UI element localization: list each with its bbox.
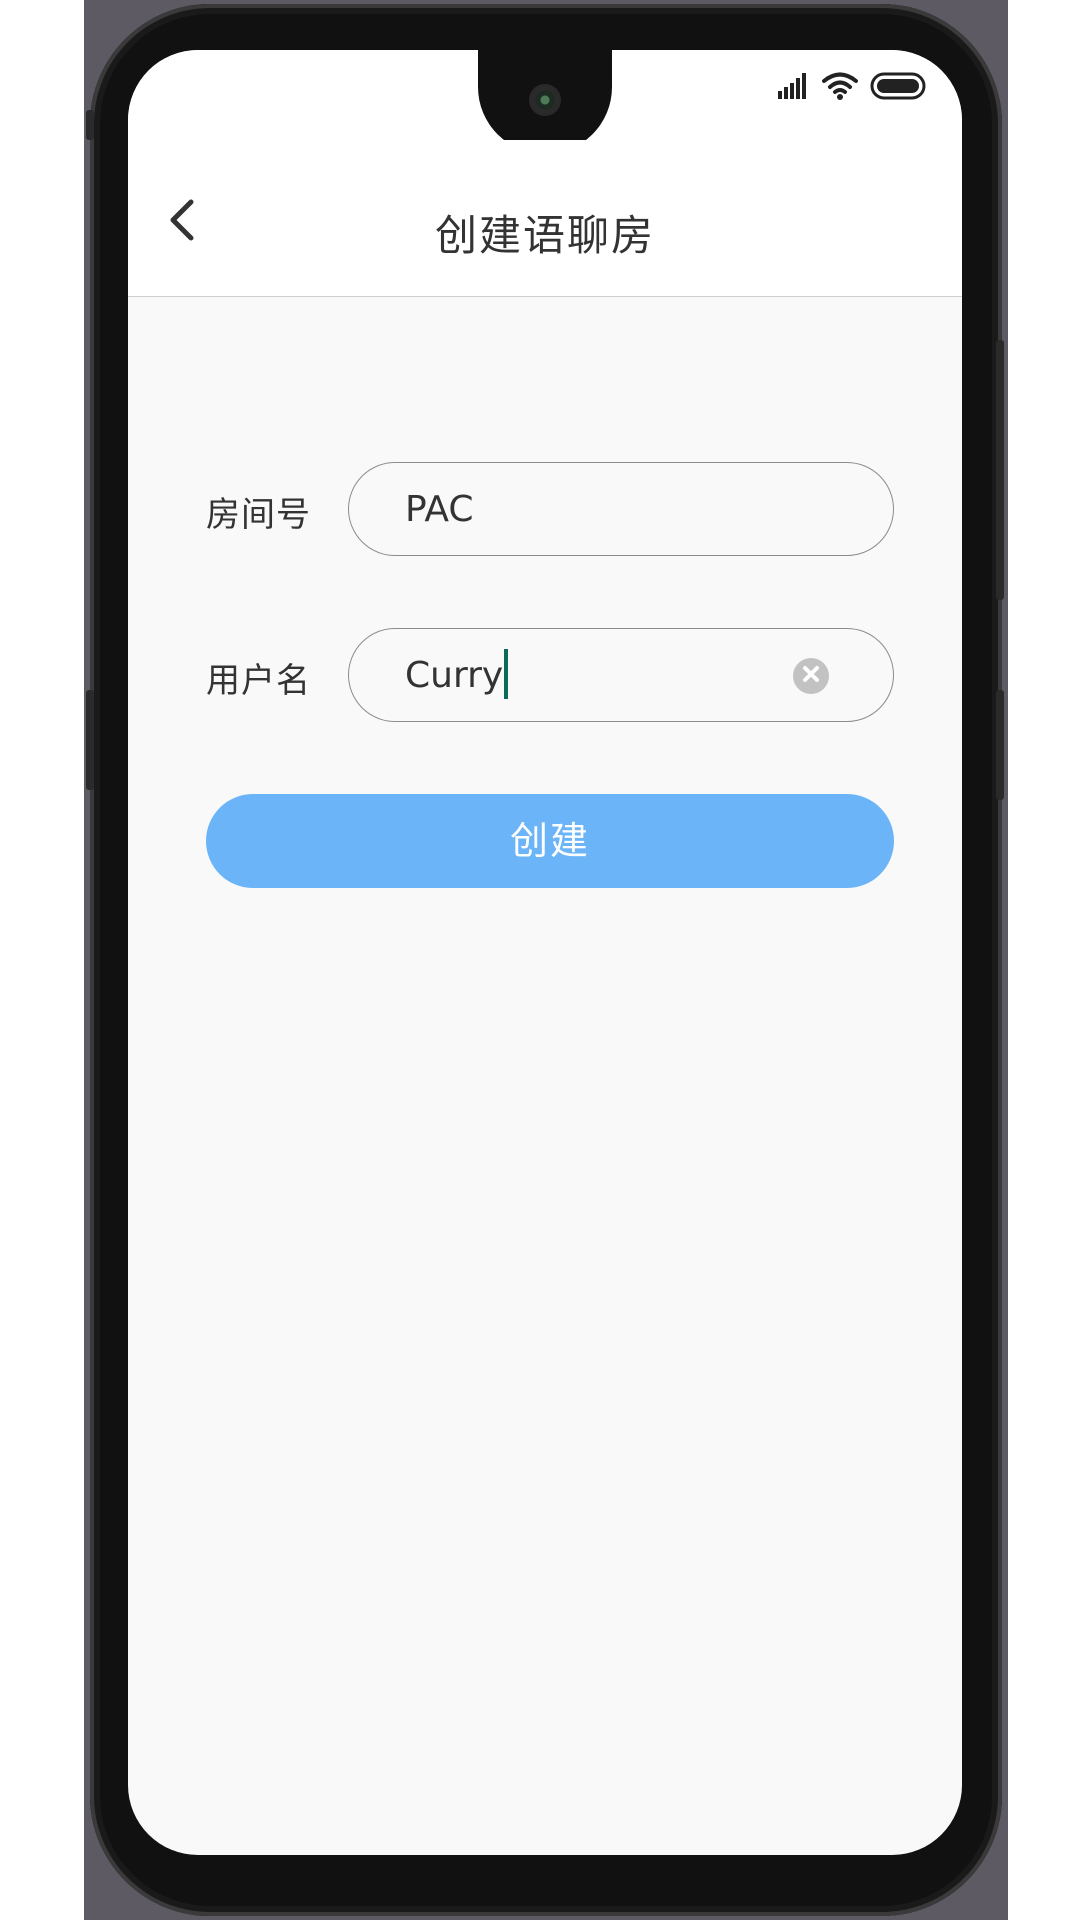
phone-side-button <box>996 340 1004 600</box>
username-field[interactable]: Curry <box>348 628 894 722</box>
back-button[interactable] <box>160 198 204 246</box>
create-button[interactable]: 创建 <box>206 794 894 888</box>
app-screen: 创建语聊房 房间号 PAC 用户名 Curry 创建 <box>128 50 962 1855</box>
username-text: Curry <box>405 629 509 723</box>
text-caret <box>504 649 509 699</box>
username-value: Curry <box>405 655 504 696</box>
clear-icon <box>802 665 820 687</box>
status-icons <box>778 72 926 104</box>
phone-side-button <box>996 690 1004 800</box>
username-label: 用户名 <box>206 661 311 701</box>
page-title: 创建语聊房 <box>434 211 655 260</box>
signal-icon <box>778 73 810 103</box>
room-number-value: PAC <box>405 489 474 530</box>
phone-side-button <box>86 110 94 140</box>
chevron-left-icon <box>167 198 197 246</box>
room-number-label: 房间号 <box>206 495 311 535</box>
clear-button[interactable] <box>793 658 829 694</box>
app-bar: 创建语聊房 <box>128 140 962 297</box>
phone-side-button <box>86 690 94 790</box>
battery-icon <box>870 72 926 104</box>
room-number-field[interactable]: PAC <box>348 462 894 556</box>
front-camera <box>529 84 561 116</box>
wifi-icon <box>822 72 858 104</box>
